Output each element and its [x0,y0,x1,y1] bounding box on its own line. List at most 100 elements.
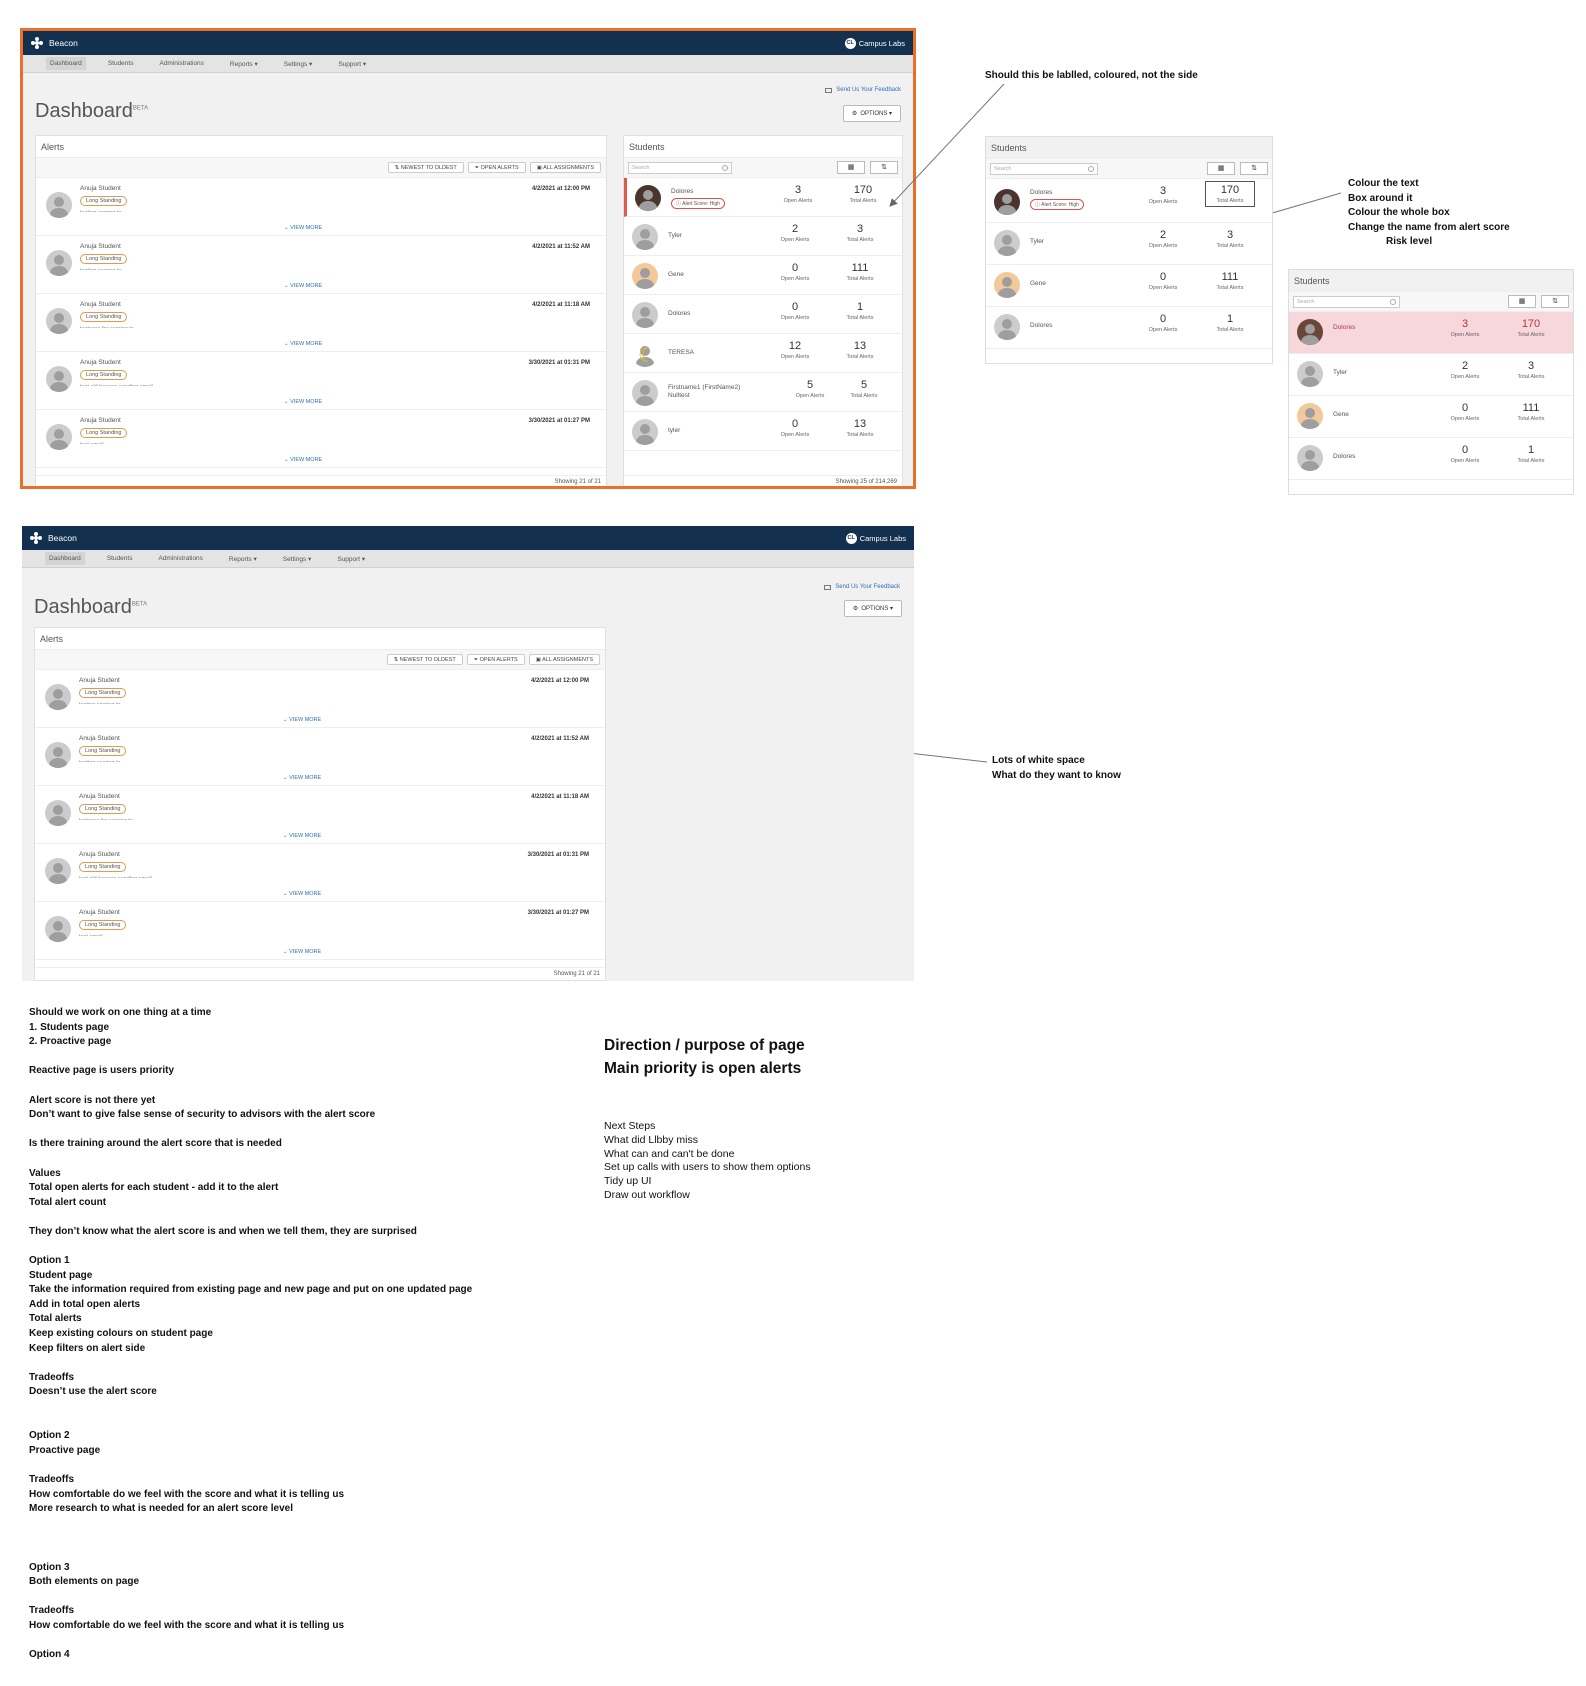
alert-score-badge: ⓘ Alert Score: High [1030,199,1084,210]
student-name[interactable]: Dolores [1333,324,1355,332]
status-badge: Long Standing [79,804,127,814]
direction-heading: Direction / purpose of page Main priorit… [604,1037,805,1077]
note-line: Values [29,1167,61,1179]
nav-dashboard[interactable]: Dashboard [45,552,85,565]
note-line [29,1415,472,1430]
student-name[interactable]: Anuja Student [79,851,120,858]
search-input[interactable]: Search [990,162,1098,175]
note-line: Option 2 [29,1430,70,1442]
note-line: Student page [29,1269,93,1281]
view-more-link[interactable]: ⌄ VIEW MORE [283,833,321,839]
calendar-icon[interactable]: ▦ [1207,162,1235,175]
open-alerts-count: 0 Open Alerts [1148,271,1178,291]
calendar-icon[interactable]: ▦ [1508,295,1536,308]
alert-date: 3/30/2021 at 01:27 PM [527,910,589,916]
sort-newest-button[interactable]: ⇅ NEWEST TO OLDEST [386,654,463,665]
student-name[interactable]: Anuja Student [79,909,120,916]
student-row[interactable]: Dolores 0 Open Alerts 1 Total Alerts [986,307,1272,349]
note-line: Don’t want to give false sense of securi… [29,1109,376,1121]
avatar [994,189,1020,215]
note-line: Take the information required from exist… [29,1284,473,1296]
student-name[interactable]: Anuja Student [79,735,120,742]
student-name[interactable]: Dolores [1030,189,1052,197]
alert-comment: test old beacon sending email [79,874,229,878]
note-line [29,1400,472,1415]
view-more-link[interactable]: ⌄ VIEW MORE [283,717,321,723]
alert-row[interactable]: Anuja Student Long Standing 4/2/2021 at 11… [35,728,605,786]
note-line [29,1531,472,1546]
alerts-panel: Alerts ⇅ NEWEST TO OLDEST ⏷ OPEN ALERTS … [34,627,606,981]
total-alerts-count: 3 Total Alerts [1216,229,1244,249]
open-alerts-filter[interactable]: ⏷ OPEN ALERTS [466,654,525,665]
alert-comment: test email [79,932,229,936]
options-button[interactable]: ⚙ OPTIONS ▾ [843,600,902,617]
student-name[interactable]: Dolores [1030,322,1052,330]
alert-row[interactable]: Anuja Student Long Standing 3/30/2021 at 0… [35,902,605,960]
view-more-link[interactable]: ⌄ VIEW MORE [283,891,321,897]
alerts-title: Alerts [35,628,605,650]
nav-administrations[interactable]: Administrations [154,552,206,565]
alert-row[interactable]: Anuja Student Long Standing 4/2/2021 at 12… [35,670,605,728]
note-line [29,1517,472,1532]
avatar [1297,361,1323,387]
brand-name[interactable]: Beacon [48,533,77,543]
nav-settings[interactable]: Settings ▾ [279,552,316,566]
all-assignments-filter[interactable]: ▣ ALL ASSIGNMENTS [528,654,600,665]
note-line: Tradeoffs [29,1474,75,1485]
annotation-label-question: Should this be lablled, coloured, not th… [985,70,1198,81]
student-name[interactable]: Gene [1030,280,1046,288]
status-badge: Long Standing [79,688,127,698]
view-more-link[interactable]: ⌄ VIEW MORE [283,949,321,955]
note-line: 1. Students page [29,1021,110,1033]
alerts-list: Anuja Student Long Standing 4/2/2021 at 12… [35,670,605,960]
view-more-link[interactable]: ⌄ VIEW MORE [283,775,321,781]
nav-support[interactable]: Support ▾ [333,552,369,566]
student-row-highlighted[interactable]: Dolores 3 Open Alerts 170 Total Alerts [1289,312,1573,354]
top-bar: Beacon CL Campus Labs [22,526,914,550]
nav-reports[interactable]: Reports ▾ [225,552,261,566]
total-alerts-count: 1 Total Alerts [1216,313,1244,333]
student-row[interactable]: Dolores 0 Open Alerts 1 Total Alerts [1289,438,1573,480]
nav-students[interactable]: Students [103,552,137,565]
sort-icon[interactable]: ⇅ [1541,295,1569,308]
alert-date: 4/2/2021 at 11:52 AM [531,736,589,742]
student-name[interactable]: Tyler [1030,238,1044,246]
note-line: Option 1 [29,1255,70,1267]
search-input[interactable]: Search [1293,295,1400,308]
note-line: Keep filters on alert side [29,1342,146,1354]
note-line [29,1079,472,1094]
alert-row[interactable]: Anuja Student Long Standing 3/30/2021 at 0… [35,844,605,902]
student-row[interactable]: Dolores ⓘ Alert Score: High 3 Open Alerts… [986,179,1272,223]
student-row[interactable]: Tyler 2 Open Alerts 3 Total Alerts [1289,354,1573,396]
total-alerts-count-boxed: 170 Total Alerts [1205,181,1255,207]
alert-comment: testing scoring to [79,758,229,762]
avatar [994,314,1020,340]
students-title: Students [986,137,1272,159]
page-title: DashboardBETA [34,596,148,618]
note-line: How comfortable do we feel with the scor… [29,1488,345,1500]
note-line: Total open alerts for each student - add… [29,1182,279,1194]
student-name[interactable]: Dolores [1333,453,1355,461]
chat-icon [824,584,832,590]
avatar [45,858,71,884]
alert-row[interactable]: Anuja Student Long Standing 4/2/2021 at 11… [35,786,605,844]
open-alerts-count: 0 Open Alerts [1450,444,1480,464]
note-line [29,1634,472,1649]
student-name[interactable]: Gene [1333,411,1349,419]
student-name[interactable]: Anuja Student [79,793,120,800]
student-name[interactable]: Tyler [1333,369,1347,377]
feedback-link[interactable]: Send Us Your Feedback [824,584,900,590]
note-line [29,1152,472,1167]
total-alerts-count: 111 Total Alerts [1517,402,1545,422]
note-line: Add in total open alerts [29,1298,141,1310]
sort-icon[interactable]: ⇅ [1240,162,1268,175]
open-alerts-count: 3 Open Alerts [1450,318,1480,338]
students-toolbar: Search ▦ ⇅ [986,159,1272,179]
student-row[interactable]: Gene 0 Open Alerts 111 Total Alerts [1289,396,1573,438]
student-row[interactable]: Tyler 2 Open Alerts 3 Total Alerts [986,223,1272,265]
annotation-whitespace: Lots of white space What do they want to… [992,755,1121,781]
student-name[interactable]: Anuja Student [79,677,120,684]
note-line: Total alert count [29,1196,107,1208]
student-row[interactable]: Gene 0 Open Alerts 111 Total Alerts [986,265,1272,307]
students-crop-boxed: Students Search ▦ ⇅ Dolores ⓘ Alert Scor… [985,136,1273,364]
